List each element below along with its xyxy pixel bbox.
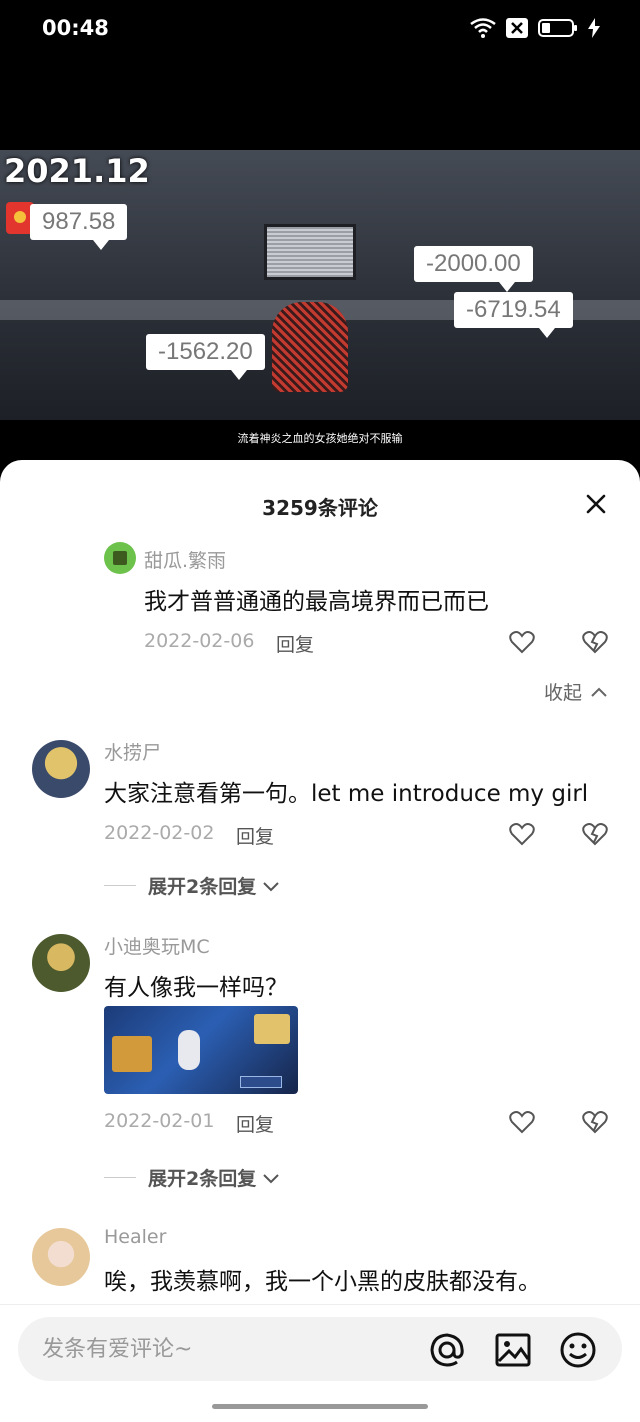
video-year-label: 2021.12 <box>4 152 150 190</box>
broken-heart-icon[interactable] <box>582 822 608 846</box>
comment-image[interactable] <box>104 1006 298 1094</box>
amount-bubble: -1562.20 <box>146 334 265 380</box>
comment-author[interactable]: Healer <box>104 1226 166 1248</box>
comments-count-title: 3259条评论 <box>262 496 378 520</box>
comment-date: 2022-02-02 <box>104 822 215 844</box>
comment-author[interactable]: 小迪奥玩MC <box>104 932 210 959</box>
chevron-down-icon <box>263 881 279 891</box>
comment-author[interactable]: 水捞尸 <box>104 738 161 765</box>
comment-input[interactable] <box>42 1317 422 1381</box>
avatar[interactable] <box>32 934 90 992</box>
comment-text: 唉，我羡慕啊，我一个小黑的皮肤都没有。 <box>104 1269 541 1295</box>
reply-button[interactable]: 回复 <box>236 822 274 849</box>
chevron-down-icon <box>263 1173 279 1183</box>
at-icon[interactable] <box>428 1331 466 1369</box>
emoji-icon[interactable] <box>559 1331 597 1369</box>
avatar[interactable] <box>104 542 136 574</box>
home-indicator[interactable] <box>212 1404 428 1409</box>
amount-bubble: 987.58 <box>30 204 128 250</box>
divider <box>104 1177 136 1178</box>
comments-sheet: 3259条评论 甜瓜.繁雨 我才普普通通的最高境界而已而已 2022-02-06… <box>0 460 640 1422</box>
sim-icon <box>506 18 528 38</box>
reply-button[interactable]: 回复 <box>236 1110 274 1137</box>
video-player[interactable]: 2021.12 987.58 -2000.00 -6719.54 -1562.2… <box>0 150 640 420</box>
avatar[interactable] <box>32 1228 90 1286</box>
collapse-replies-button[interactable]: 收起 <box>544 678 608 705</box>
amount-bubble: -2000.00 <box>414 246 533 292</box>
status-bar: 00:48 <box>0 0 640 56</box>
video-scene-monitor <box>264 224 356 280</box>
comment-text: 大家注意看第一句。let me introduce my girl <box>104 781 589 807</box>
battery-icon <box>538 19 577 37</box>
expand-replies-button[interactable]: 展开2条回复 <box>104 1164 280 1191</box>
comment-author[interactable]: 甜瓜.繁雨 <box>144 546 226 573</box>
heart-icon[interactable] <box>509 822 535 846</box>
reply-button[interactable]: 回复 <box>276 630 314 657</box>
video-subtitle: 流着神炎之血的女孩她绝对不服输 <box>237 432 403 445</box>
expand-replies-button[interactable]: 展开2条回复 <box>104 872 280 899</box>
heart-icon[interactable] <box>509 1110 535 1134</box>
image-icon[interactable] <box>494 1331 532 1369</box>
divider <box>104 885 136 886</box>
chevron-up-icon <box>591 687 607 697</box>
close-icon[interactable] <box>584 492 608 516</box>
status-time: 00:48 <box>42 16 109 40</box>
comment-input-container <box>18 1317 622 1381</box>
comment-date: 2022-02-06 <box>144 630 255 652</box>
wifi-icon <box>470 18 496 38</box>
broken-heart-icon[interactable] <box>582 630 608 654</box>
broken-heart-icon[interactable] <box>582 1110 608 1134</box>
charging-icon <box>588 18 600 38</box>
expand-label: 展开2条回复 <box>148 1168 257 1190</box>
heart-icon[interactable] <box>509 630 535 654</box>
amount-bubble: -6719.54 <box>454 292 573 338</box>
avatar[interactable] <box>32 740 90 798</box>
comment-text: 有人像我一样吗？ <box>104 975 288 1001</box>
comment-text: 我才普普通通的最高境界而已而已 <box>144 589 489 615</box>
expand-label: 展开2条回复 <box>148 876 257 898</box>
comment-date: 2022-02-01 <box>104 1110 215 1132</box>
video-scene-chair <box>272 302 348 392</box>
collapse-label: 收起 <box>543 682 582 704</box>
status-icons <box>470 18 600 38</box>
